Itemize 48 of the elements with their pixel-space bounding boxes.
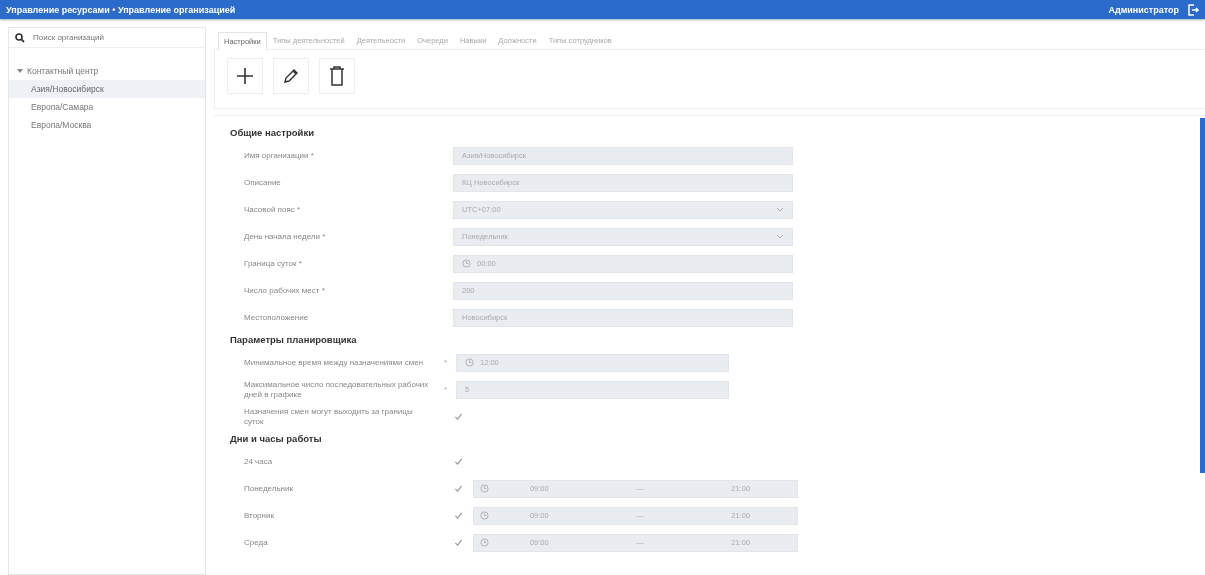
search-icon [15, 32, 25, 43]
clock-icon [480, 511, 489, 520]
field-label: Вторник [244, 510, 275, 521]
dropdown-caret-icon [776, 234, 784, 239]
required-mark: * [444, 385, 448, 394]
clock-icon [480, 484, 489, 493]
field-label: Часовой пояс * [244, 204, 302, 215]
field-label: Назначения смен могут выходить за границы суток [244, 407, 414, 426]
expand-caret-icon[interactable] [17, 68, 23, 74]
field-label: Понедельник [244, 483, 294, 494]
field-label: Описание [244, 177, 282, 188]
checkbox[interactable] [453, 456, 463, 467]
user-name[interactable]: Администратор [1108, 4, 1179, 15]
plus-icon [236, 67, 254, 85]
add-button[interactable] [227, 58, 263, 94]
section-title: Параметры планировщика [230, 334, 358, 345]
field-label: Минимальное время между назначениями смен [244, 357, 425, 368]
field-label: 24 часа [244, 456, 274, 467]
field-label: Граница суток * [244, 258, 303, 269]
tree-item[interactable]: Европа/Самара [9, 98, 205, 116]
dropdown-caret-icon [776, 207, 784, 212]
clock-icon [480, 538, 489, 547]
field-label: Имя организации * [244, 150, 315, 161]
pencil-icon [282, 67, 300, 85]
section-title: Общие настройки [230, 127, 316, 138]
delete-button[interactable] [319, 58, 355, 94]
search-field[interactable]: Поиск организаций [31, 32, 199, 43]
tree-item[interactable]: Контактный центр [9, 62, 205, 80]
field-label: Среда [244, 537, 269, 548]
checkbox[interactable] [453, 510, 463, 521]
field-label: День начала недели * [244, 231, 327, 242]
checkbox[interactable] [453, 483, 463, 494]
checkbox[interactable] [453, 411, 463, 422]
logout-icon[interactable] [1187, 3, 1199, 16]
scrollbar[interactable] [1200, 118, 1205, 473]
trash-icon [329, 66, 345, 86]
checkbox[interactable] [453, 537, 463, 548]
required-mark: * [444, 358, 448, 367]
field-label: Число рабочих мест * [244, 285, 326, 296]
clock-icon [462, 259, 471, 268]
clock-icon [465, 358, 474, 367]
tree-item[interactable]: Азия/Новосибирск [9, 80, 205, 98]
field-label: Максимальное число последовательных рабочих дней в графике [244, 380, 430, 399]
page-title: Управление ресурсами • Управление организацией [6, 4, 237, 15]
edit-button[interactable] [273, 58, 309, 94]
tree-item[interactable]: Европа/Москва [9, 116, 205, 134]
section-title: Дни и часы работы [230, 433, 323, 444]
field-label: Местоположение [244, 312, 310, 323]
